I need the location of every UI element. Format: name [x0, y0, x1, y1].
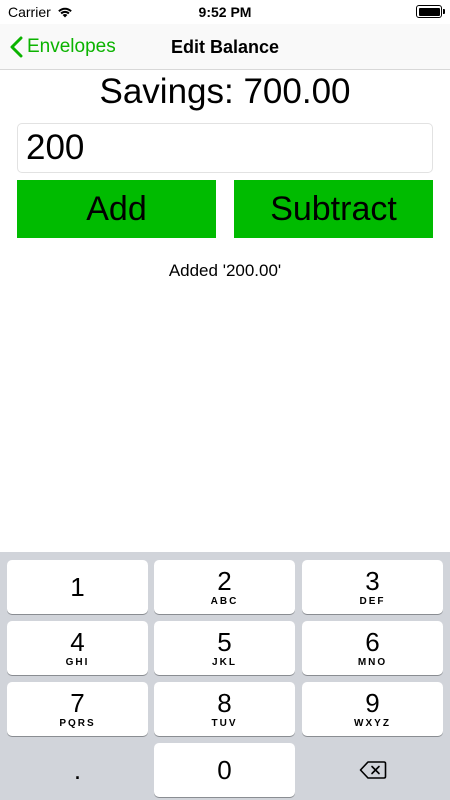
battery-icon	[416, 5, 445, 18]
amount-input[interactable]	[17, 123, 433, 173]
status-time: 9:52 PM	[198, 4, 252, 20]
key-1[interactable]: 1	[7, 560, 148, 614]
page-title: Edit Balance	[170, 37, 280, 57]
key-letters: ABC	[210, 595, 239, 607]
key-letters: MNO	[357, 656, 388, 668]
key-8[interactable]: 8 TUV	[154, 682, 295, 736]
key-6[interactable]: 6 MNO	[302, 621, 443, 675]
key-letters: JKL	[212, 656, 237, 668]
subtract-button[interactable]: Subtract	[234, 180, 433, 238]
key-letters: PQRS	[59, 717, 96, 729]
key-digit: 2	[217, 565, 232, 596]
add-button[interactable]: Add	[17, 180, 216, 238]
key-digit: 3	[365, 565, 380, 596]
navigation-bar: Envelopes Edit Balance	[0, 24, 450, 70]
key-digit: 4	[70, 626, 85, 657]
key-decimal[interactable]: .	[7, 743, 148, 797]
battery-fill	[418, 7, 440, 16]
key-2[interactable]: 2 ABC	[154, 560, 295, 614]
numeric-keypad: 1 2 ABC 3 DEF 4 GHI 5 JKL 6 MNO 7 PQRS 8…	[0, 552, 450, 800]
key-4[interactable]: 4 GHI	[7, 621, 148, 675]
key-digit: 6	[365, 626, 380, 657]
key-digit: 1	[70, 572, 85, 602]
key-digit: 0	[217, 755, 232, 785]
key-digit: 7	[70, 687, 85, 718]
backspace-icon	[359, 761, 386, 779]
delete-key[interactable]	[302, 743, 443, 797]
balance-title: Savings: 700.00	[99, 72, 351, 111]
key-3[interactable]: 3 DEF	[302, 560, 443, 614]
status-message: Added '200.00'	[168, 261, 282, 280]
key-digit: 8	[217, 687, 232, 718]
key-9[interactable]: 9 WXYZ	[302, 682, 443, 736]
key-0[interactable]: 0	[154, 743, 295, 797]
key-digit: 9	[365, 687, 380, 718]
key-7[interactable]: 7 PQRS	[7, 682, 148, 736]
key-letters: TUV	[211, 717, 238, 729]
key-digit: 5	[217, 626, 232, 657]
key-letters: WXYZ	[354, 717, 391, 729]
key-letters: DEF	[359, 595, 386, 607]
key-digit: .	[73, 755, 82, 785]
status-bar: Carrier 9:52 PM	[0, 0, 450, 24]
key-5[interactable]: 5 JKL	[154, 621, 295, 675]
key-letters: GHI	[65, 656, 90, 668]
